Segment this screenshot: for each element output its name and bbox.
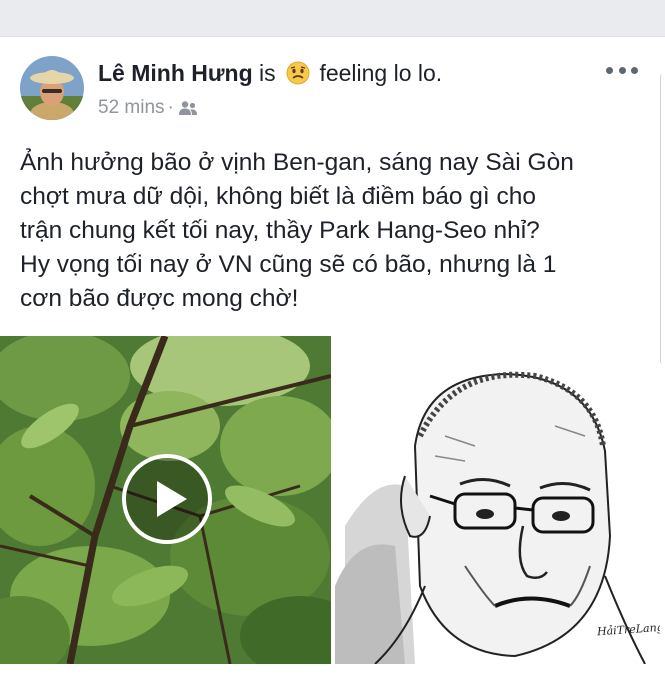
post-meta: 52 mins · — [98, 96, 198, 123]
activity-text[interactable]: feeling lo lo. — [319, 60, 442, 86]
activity-prefix: is — [259, 60, 276, 86]
sketch-image[interactable]: HảiTreLang — [335, 336, 660, 664]
post-body: Ảnh hưởng bão ở vịnh Ben-gan, sáng nay S… — [20, 146, 640, 316]
author-avatar[interactable] — [20, 56, 84, 120]
post-text-line: chợt mưa dữ dội, không biết là điềm báo … — [20, 183, 537, 210]
post-text-line: Hy vọng tối nay ở VN cũng sẽ có bão, như… — [20, 251, 557, 278]
portrait-sketch — [335, 336, 660, 664]
video-thumbnail[interactable] — [0, 336, 331, 664]
play-icon[interactable] — [121, 453, 213, 545]
post-text-line: trận chung kết tối nay, thầy Park Hang-S… — [20, 217, 540, 244]
menu-dot — [606, 66, 613, 74]
menu-dot — [631, 66, 638, 74]
menu-dot — [618, 66, 626, 74]
post-header: Lê Minh Hưng is feeling lo lo. — [98, 59, 442, 87]
post-text-line: cơn bão được mong chờ! — [20, 285, 299, 312]
post-card: Lê Minh Hưng is feeling lo lo. 52 mins· — [0, 37, 665, 675]
worried-face-icon — [286, 61, 310, 85]
meta-separator: · — [167, 97, 174, 118]
avatar-photo — [20, 56, 84, 120]
post-timestamp[interactable]: 52 mins — [98, 97, 165, 118]
feed-top-band — [0, 0, 665, 37]
post-text-line: Ảnh hưởng bão ở vịnh Ben-gan, sáng nay S… — [20, 149, 574, 176]
more-options-icon[interactable] — [606, 63, 638, 77]
friends-icon[interactable] — [178, 99, 198, 123]
author-name[interactable]: Lê Minh Hưng — [98, 60, 253, 86]
scrollbar-edge — [660, 74, 665, 364]
